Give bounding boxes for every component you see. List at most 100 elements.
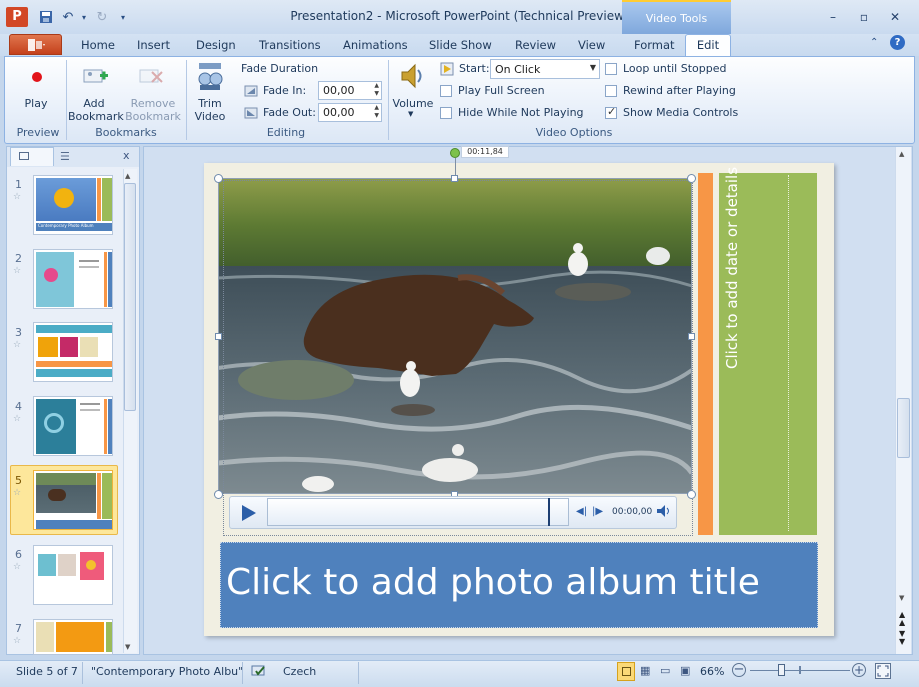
slides-pane-scroll-thumb[interactable] (124, 183, 136, 411)
scroll-up-icon[interactable]: ▲ (899, 150, 904, 158)
step-back-icon[interactable]: ◀| (576, 506, 587, 517)
star-icon: ☆ (13, 562, 22, 572)
reading-view-icon[interactable]: ▭ (660, 664, 670, 677)
minimize-icon[interactable]: – (820, 8, 846, 26)
scroll-down-icon[interactable]: ▼ (125, 643, 130, 651)
playhead-marker[interactable] (548, 498, 550, 526)
fit-to-window-icon[interactable] (875, 663, 891, 679)
rewind-after-playing-checkbox[interactable] (605, 85, 617, 97)
player-volume-icon[interactable] (655, 503, 671, 522)
trim-video-icon (196, 61, 226, 96)
tab-home[interactable]: Home (81, 38, 115, 52)
fade-out-spinner[interactable]: 00,00 ▲ ▼ (318, 103, 382, 122)
start-label: Start: (459, 62, 490, 75)
add-bookmark-icon (82, 64, 110, 93)
slides-tab-icon (19, 152, 29, 160)
resize-handle[interactable] (214, 490, 223, 499)
next-slide-icon[interactable]: ▼ ▼ (899, 630, 905, 646)
play-button[interactable]: Play (16, 97, 56, 110)
group-separator (186, 60, 187, 140)
step-forward-icon[interactable]: |▶ (592, 506, 603, 517)
resize-handle[interactable] (215, 333, 222, 340)
chevron-down-icon[interactable]: ▼ (590, 63, 596, 72)
spelling-check-icon[interactable] (250, 663, 268, 682)
start-icon (440, 62, 454, 79)
tab-slide-show[interactable]: Slide Show (429, 38, 492, 52)
fade-in-spinner[interactable]: 00,00 ▲ ▼ (318, 81, 382, 100)
outline-tab-icon[interactable]: ☰ (60, 150, 70, 163)
tab-review[interactable]: Review (515, 38, 556, 52)
play-full-screen-checkbox[interactable] (440, 85, 452, 97)
volume-icon (398, 61, 428, 94)
slide-show-icon[interactable]: ▣ (680, 664, 690, 677)
scroll-down-icon[interactable]: ▼ (899, 594, 904, 602)
trim-video-button[interactable]: Trim Video (190, 97, 230, 123)
resize-handle[interactable] (687, 174, 696, 183)
star-icon: ☆ (13, 414, 22, 424)
add-bookmark-label-2: Bookmark (68, 110, 124, 123)
remove-bookmark-label-2: Bookmark (125, 110, 181, 123)
zoom-in-icon[interactable]: + (852, 663, 866, 677)
resize-handle[interactable] (451, 175, 458, 182)
add-bookmark-button[interactable]: Add Bookmark (68, 97, 124, 123)
slide-thumbnail-6[interactable] (33, 545, 113, 605)
rewind-after-playing-label: Rewind after Playing (623, 84, 736, 97)
spinner-arrows-icon[interactable]: ▲ ▼ (374, 104, 379, 120)
slide-scroll-thumb[interactable] (897, 398, 910, 458)
start-dropdown[interactable]: On Click ▼ (490, 59, 600, 79)
slide-thumbnail-1[interactable]: Contemporary Photo Album (33, 175, 113, 235)
loop-until-stopped-label: Loop until Stopped (623, 62, 727, 75)
zoom-level[interactable]: 66% (700, 665, 724, 678)
tab-view[interactable]: View (578, 38, 605, 52)
hide-while-not-playing-checkbox[interactable] (440, 107, 452, 119)
tab-animations[interactable]: Animations (343, 38, 408, 52)
slide-thumbnail-3[interactable] (33, 322, 113, 382)
tab-design[interactable]: Design (196, 38, 236, 52)
video-frame[interactable] (218, 178, 692, 494)
scroll-up-icon[interactable]: ▲ (125, 172, 130, 180)
group-separator (66, 60, 67, 140)
slide-number: 5 (15, 474, 22, 487)
previous-slide-icon[interactable]: ▲ ▲ (899, 611, 905, 627)
resize-handle[interactable] (688, 333, 695, 340)
show-media-controls-checkbox[interactable] (605, 105, 617, 119)
slide-thumbnail-5[interactable] (33, 470, 113, 530)
minimize-ribbon-icon[interactable]: ⌃ (870, 37, 878, 48)
maximize-icon[interactable]: ▫ (851, 8, 877, 26)
slide-sorter-icon[interactable]: ▦ (640, 664, 650, 677)
slide-thumbnail-7[interactable] (33, 619, 113, 655)
tab-transitions[interactable]: Transitions (259, 38, 321, 52)
rotate-handle[interactable] (450, 148, 460, 158)
zoom-out-icon[interactable]: − (732, 663, 746, 677)
slides-tab[interactable] (10, 147, 54, 166)
zoom-slider-thumb[interactable] (778, 664, 785, 676)
title-placeholder-text[interactable]: Click to add photo album title (226, 562, 816, 603)
volume-button[interactable]: Volume (392, 97, 434, 110)
language-indicator[interactable]: Czech (283, 665, 316, 678)
tab-format[interactable]: Format (634, 38, 675, 52)
close-icon[interactable]: ✕ (882, 8, 908, 26)
slide-number: 6 (15, 548, 22, 561)
video-play-button[interactable] (237, 502, 259, 527)
file-tab[interactable] (9, 34, 62, 55)
resize-handle[interactable] (687, 490, 696, 499)
slide-number: 4 (15, 400, 22, 413)
tab-edit[interactable]: Edit (685, 34, 731, 57)
date-placeholder-text[interactable]: Click to add date or details (723, 167, 745, 369)
tab-insert[interactable]: Insert (137, 38, 170, 52)
slide-number: 1 (15, 178, 22, 191)
video-progress-track[interactable] (267, 498, 569, 526)
theme-name[interactable]: "Contemporary Photo Albu" (91, 665, 243, 678)
normal-view-icon[interactable] (617, 662, 635, 681)
spinner-arrows-icon[interactable]: ▲ ▼ (374, 82, 379, 98)
resize-handle[interactable] (214, 174, 223, 183)
slide-thumbnail-2[interactable] (33, 249, 113, 309)
add-bookmark-label-1: Add (83, 97, 105, 110)
close-pane-icon[interactable]: x (123, 149, 130, 162)
loop-until-stopped-checkbox[interactable] (605, 63, 617, 75)
help-icon[interactable]: ? (890, 35, 905, 50)
show-media-controls-label: Show Media Controls (623, 106, 739, 119)
fade-in-icon (244, 84, 258, 101)
slide-thumbnail-4[interactable] (33, 396, 113, 456)
volume-dropdown-icon[interactable]: ▼ (408, 110, 413, 118)
